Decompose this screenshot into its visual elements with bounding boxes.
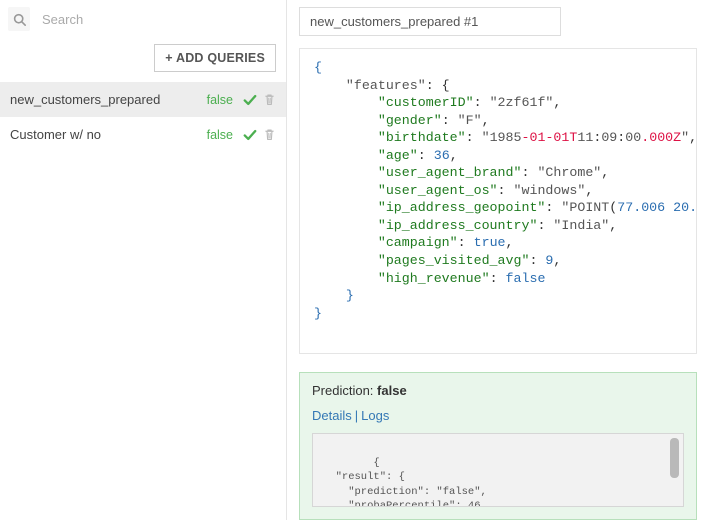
- features-json-code: { "features": { "customerID": "2zf61f", …: [300, 49, 696, 332]
- query-item[interactable]: new_customers_prepared false: [0, 82, 286, 117]
- app-root: + ADD QUERIES new_customers_preparedfals…: [0, 0, 709, 520]
- prediction-result-box[interactable]: { "result": { "prediction": "false", "pr…: [312, 433, 684, 507]
- features-json-editor[interactable]: { "features": { "customerID": "2zf61f", …: [299, 48, 697, 354]
- prediction-panel: Prediction: false Details|Logs { "result…: [299, 372, 697, 520]
- prediction-label: Prediction:: [312, 383, 373, 398]
- search-icon[interactable]: [8, 7, 30, 31]
- sidebar: + ADD QUERIES new_customers_preparedfals…: [0, 0, 287, 520]
- trash-icon[interactable]: [263, 93, 276, 106]
- query-name: new_customers_prepared: [10, 92, 201, 107]
- check-icon: [243, 128, 257, 142]
- add-queries-row: + ADD QUERIES: [0, 38, 286, 82]
- prediction-result-text: { "result": { "prediction": "false", "pr…: [323, 457, 537, 507]
- add-queries-button[interactable]: + ADD QUERIES: [154, 44, 276, 72]
- link-separator: |: [355, 408, 358, 423]
- queries-list: new_customers_preparedfalseCustomer w/ n…: [0, 82, 286, 152]
- query-name: Customer w/ no: [10, 127, 201, 142]
- scrollbar-thumb[interactable]: [670, 438, 679, 478]
- title-row: [295, 0, 709, 44]
- trash-icon[interactable]: [263, 128, 276, 141]
- query-result-badge: false: [207, 128, 233, 142]
- logs-link[interactable]: Logs: [361, 408, 389, 423]
- details-link[interactable]: Details: [312, 408, 352, 423]
- query-title-input[interactable]: [299, 7, 561, 36]
- query-result-badge: false: [207, 93, 233, 107]
- check-icon: [243, 93, 257, 107]
- main-panel: { "features": { "customerID": "2zf61f", …: [287, 0, 709, 520]
- prediction-line: Prediction: false: [312, 383, 684, 398]
- query-item[interactable]: Customer w/ no false: [0, 117, 286, 152]
- prediction-value: false: [377, 383, 407, 398]
- search-input[interactable]: [36, 7, 278, 31]
- search-row: [0, 0, 286, 38]
- prediction-links: Details|Logs: [312, 408, 684, 423]
